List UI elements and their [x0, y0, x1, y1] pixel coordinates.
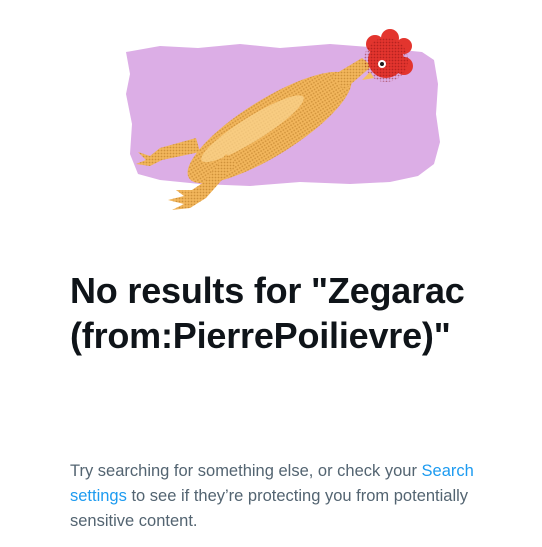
message-text-before-link: Try searching for something else, or che…	[70, 462, 422, 480]
no-results-message: Try searching for something else, or che…	[70, 459, 490, 534]
message-text-after-link: to see if they’re protecting you from po…	[70, 487, 469, 530]
rubber-chicken-illustration	[126, 29, 440, 210]
search-empty-state: No results for "Zegarac (from:PierrePoil…	[0, 0, 542, 547]
no-results-heading: No results for "Zegarac (from:PierrePoil…	[70, 270, 475, 356]
